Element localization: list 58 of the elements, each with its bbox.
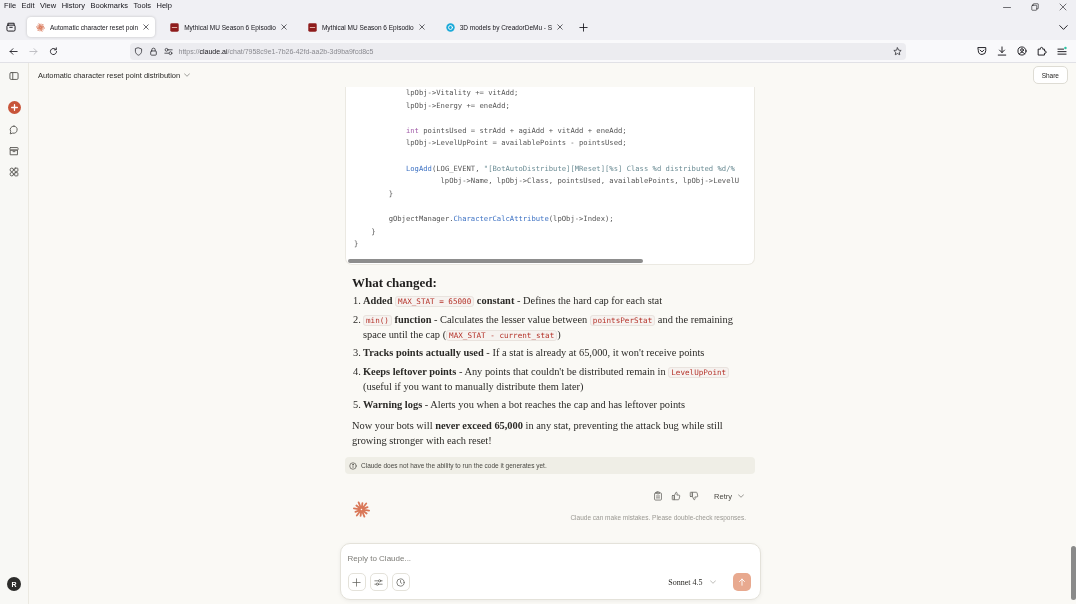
star-icon[interactable] xyxy=(892,46,902,56)
pouch-icon[interactable] xyxy=(977,46,987,56)
panel-icon[interactable] xyxy=(9,71,19,81)
puzzle-icon[interactable] xyxy=(1037,46,1047,56)
shield-icon[interactable] xyxy=(133,46,143,56)
close-icon[interactable] xyxy=(1059,3,1067,11)
shapes-icon[interactable] xyxy=(9,167,19,177)
archive-icon[interactable] xyxy=(9,146,19,156)
list-number: 2. xyxy=(353,312,362,327)
plus-icon[interactable] xyxy=(579,22,589,32)
list-item-text: Tracks points actually used - If a stat is already at 65,000, it won't receive points xyxy=(363,346,706,361)
sliders-icon[interactable] xyxy=(163,46,173,56)
arrow-up-icon xyxy=(737,578,746,586)
sliders-icon xyxy=(374,577,383,587)
arrow-left-icon[interactable] xyxy=(8,46,18,56)
chat-bubble-icon[interactable] xyxy=(9,125,19,135)
thumbs-up-icon[interactable] xyxy=(671,491,682,502)
account-icon[interactable] xyxy=(1017,46,1027,56)
close-icon[interactable] xyxy=(557,24,564,30)
lock-icon[interactable] xyxy=(148,46,158,56)
list-number: 5. xyxy=(353,398,362,413)
ring-icon xyxy=(445,22,455,32)
message-input[interactable]: Reply to Claude... xyxy=(347,551,751,565)
chevron-down-icon[interactable] xyxy=(1059,24,1068,30)
minimize-icon[interactable] xyxy=(1003,6,1011,8)
chevron-down-icon xyxy=(184,73,191,77)
chevron-down-icon xyxy=(738,494,744,499)
clipboard-icon[interactable] xyxy=(653,491,664,502)
scrollbar-thumb[interactable] xyxy=(1071,546,1076,600)
close-icon[interactable] xyxy=(143,24,150,30)
spark-icon xyxy=(353,501,370,519)
close-icon[interactable] xyxy=(280,24,287,30)
plus-icon xyxy=(352,577,361,587)
download-icon[interactable] xyxy=(997,46,1007,56)
menu-icon[interactable] xyxy=(1057,46,1067,56)
list-number: 4. xyxy=(353,364,362,379)
clock-icon xyxy=(396,577,405,587)
clock-button[interactable] xyxy=(391,573,410,591)
close-icon[interactable] xyxy=(418,24,425,30)
thumbs-down-icon[interactable] xyxy=(689,491,700,502)
list-number: 3. xyxy=(353,346,362,361)
list-item-text: Warning logs - Alerts you when a bot reaches the cap and has leftover points xyxy=(363,398,687,413)
tile-icon xyxy=(307,22,317,32)
model-selector[interactable]: Sonnet 4.5 xyxy=(668,577,716,587)
reload-icon[interactable] xyxy=(48,46,58,56)
tile-icon xyxy=(170,22,180,32)
section-heading: What changed: xyxy=(352,274,438,290)
tray-icon[interactable] xyxy=(6,22,16,32)
spark-icon xyxy=(36,22,45,32)
chevron-down-icon xyxy=(709,580,716,584)
plus-circle-icon[interactable] xyxy=(7,101,21,114)
info-icon xyxy=(349,461,357,470)
list-number: 1. xyxy=(353,294,362,309)
add-button[interactable] xyxy=(347,573,366,591)
scrollbar-thumb[interactable] xyxy=(348,258,643,263)
paragraph: Now your bots will never exceed 65,000 in any stat, preventing the attack bug while still growing stronger with each reset! xyxy=(352,418,724,448)
tools-button[interactable] xyxy=(369,573,388,591)
restore-icon[interactable] xyxy=(1031,3,1039,11)
